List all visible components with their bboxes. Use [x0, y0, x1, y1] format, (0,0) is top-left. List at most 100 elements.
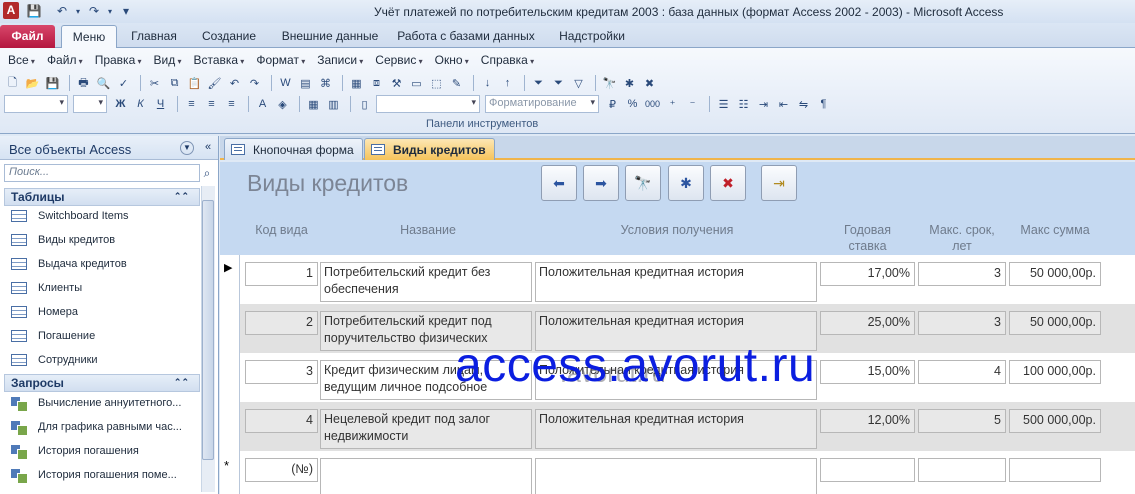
- paragraph-icon[interactable]: ¶: [815, 96, 832, 113]
- decrease-decimal-icon[interactable]: ⁻: [684, 96, 701, 113]
- build-icon[interactable]: ⚒: [388, 75, 405, 92]
- copy-icon[interactable]: ⧉: [166, 75, 183, 92]
- outdent-icon[interactable]: ⇤: [775, 96, 792, 113]
- rate-field[interactable]: 17,00%: [820, 262, 915, 286]
- code-field[interactable]: 4: [245, 409, 318, 433]
- rate-field[interactable]: 15,00%: [820, 360, 915, 384]
- currency-icon[interactable]: ₽: [604, 96, 621, 113]
- fill-color-icon[interactable]: ◈: [274, 96, 291, 113]
- tab-home[interactable]: Главная: [124, 25, 184, 48]
- nav-item-query[interactable]: Вычисление аннуитетного...: [10, 392, 181, 414]
- nav-scrollbar-thumb[interactable]: [202, 200, 214, 460]
- term-field[interactable]: [918, 458, 1006, 482]
- nav-item-table[interactable]: Сотрудники: [10, 349, 98, 371]
- filter-selection-icon[interactable]: ⏷: [530, 75, 547, 92]
- term-field[interactable]: 5: [918, 409, 1006, 433]
- border-icon[interactable]: ▥: [325, 96, 342, 113]
- underline-icon[interactable]: Ч: [152, 96, 169, 113]
- prev-record-button[interactable]: ⬅: [541, 165, 577, 201]
- special-effect-icon[interactable]: ▯: [356, 96, 373, 113]
- sum-field[interactable]: 50 000,00р.: [1009, 262, 1101, 286]
- current-record-marker[interactable]: ▶: [224, 261, 232, 274]
- nav-item-query[interactable]: Для графика равными час...: [10, 416, 182, 438]
- paste-icon[interactable]: 📋: [186, 75, 203, 92]
- delete-record-button[interactable]: ✖: [710, 165, 746, 201]
- nav-item-table[interactable]: Виды кредитов: [10, 229, 115, 251]
- format-painter-icon[interactable]: 🖌: [206, 75, 223, 92]
- italic-icon[interactable]: К: [132, 96, 149, 113]
- nav-item-table[interactable]: Номера: [10, 301, 78, 323]
- nav-title[interactable]: Все объекты Access: [9, 142, 131, 157]
- analyze-icon[interactable]: ▤: [297, 75, 314, 92]
- tab-menu[interactable]: Меню: [61, 25, 117, 49]
- sum-field[interactable]: [1009, 458, 1101, 482]
- object-select-combo[interactable]: [376, 95, 480, 113]
- term-field[interactable]: 3: [918, 311, 1006, 335]
- nav-search-input[interactable]: Поиск...: [4, 164, 200, 182]
- conditions-field[interactable]: Положительная кредитная история: [535, 409, 817, 449]
- nav-item-query[interactable]: История погашения поме...: [10, 464, 177, 486]
- term-field[interactable]: 3: [918, 262, 1006, 286]
- tab-addins[interactable]: Надстройки: [549, 25, 635, 48]
- nav-item-query[interactable]: История погашения: [10, 440, 139, 462]
- tab-create[interactable]: Создание: [192, 25, 266, 48]
- print-icon[interactable]: 🖶: [75, 75, 92, 92]
- text-direction-icon[interactable]: ⇋: [795, 96, 812, 113]
- relationships-icon[interactable]: ⧈: [368, 75, 385, 92]
- code-field[interactable]: 3: [245, 360, 318, 384]
- indent-icon[interactable]: ⇥: [755, 96, 772, 113]
- tab-external-data[interactable]: Внешние данные: [276, 25, 384, 48]
- align-right-icon[interactable]: ≡: [223, 96, 240, 113]
- chevron-down-icon[interactable]: ▼: [180, 141, 194, 155]
- menu-view[interactable]: Вид: [148, 53, 188, 69]
- align-center-icon[interactable]: ≡: [203, 96, 220, 113]
- tab-file[interactable]: Файл: [0, 25, 55, 48]
- rate-field[interactable]: 25,00%: [820, 311, 915, 335]
- format-combo[interactable]: Форматирование: [485, 95, 599, 113]
- term-field[interactable]: 4: [918, 360, 1006, 384]
- doc-tab-credit-types[interactable]: Виды кредитов: [364, 138, 495, 160]
- menu-edit[interactable]: Правка: [89, 53, 148, 69]
- menu-insert[interactable]: Вставка: [187, 53, 250, 69]
- nav-item-table[interactable]: Выдача кредитов: [10, 253, 127, 275]
- line-color-icon[interactable]: ✎: [448, 75, 465, 92]
- nav-header[interactable]: Все объекты Access ▼ «: [0, 136, 218, 160]
- filter-form-icon[interactable]: ⏷: [550, 75, 567, 92]
- code-icon[interactable]: ⌘: [317, 75, 334, 92]
- align-left-icon[interactable]: ≡: [183, 96, 200, 113]
- apply-filter-icon[interactable]: ▽: [570, 75, 587, 92]
- thousands-icon[interactable]: 000: [644, 96, 661, 113]
- object-combo[interactable]: [4, 95, 68, 113]
- font-color-icon[interactable]: A: [254, 96, 271, 113]
- increase-decimal-icon[interactable]: ⁺: [664, 96, 681, 113]
- undo-icon[interactable]: ↶: [226, 75, 243, 92]
- nav-group-queries[interactable]: Запросы ⌃⌃: [4, 374, 200, 392]
- new-icon[interactable]: 🗋: [4, 75, 21, 92]
- find-icon[interactable]: 🔭: [601, 75, 618, 92]
- menu-tools[interactable]: Сервис: [369, 53, 428, 69]
- conditions-field[interactable]: Положительная кредитная история: [535, 262, 817, 302]
- tab-database-tools[interactable]: Работа с базами данных: [394, 25, 538, 48]
- sum-field[interactable]: 100 000,00р.: [1009, 360, 1101, 384]
- rate-field[interactable]: 12,00%: [820, 409, 915, 433]
- database-window-icon[interactable]: ▭: [408, 75, 425, 92]
- menu-window[interactable]: Окно: [429, 53, 475, 69]
- undo-icon[interactable]: ↶: [54, 3, 70, 19]
- customize-qat-icon[interactable]: ▾: [118, 3, 134, 19]
- print-preview-icon[interactable]: 🔍: [95, 75, 112, 92]
- collapse-pane-icon[interactable]: «: [201, 141, 215, 155]
- menu-file[interactable]: Файл: [41, 53, 89, 69]
- office-links-icon[interactable]: W: [277, 75, 294, 92]
- bold-icon[interactable]: Ж: [112, 96, 129, 113]
- menu-records[interactable]: Записи: [311, 53, 369, 69]
- sum-field[interactable]: 500 000,00р.: [1009, 409, 1101, 433]
- menu-format[interactable]: Формат: [250, 53, 311, 69]
- save-icon[interactable]: 💾: [44, 75, 61, 92]
- sort-asc-icon[interactable]: ↓: [479, 75, 496, 92]
- new-record-icon[interactable]: ✱: [621, 75, 638, 92]
- undo-dropdown-icon[interactable]: ▾: [74, 3, 82, 19]
- bullets-icon[interactable]: ☰: [715, 96, 732, 113]
- sort-desc-icon[interactable]: ↑: [499, 75, 516, 92]
- redo-icon[interactable]: ↷: [246, 75, 263, 92]
- save-icon[interactable]: 💾: [26, 3, 42, 19]
